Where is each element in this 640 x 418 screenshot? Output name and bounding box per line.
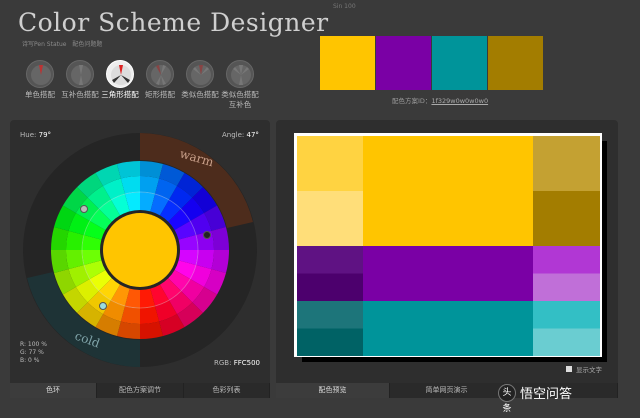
preview-swatch-secondary-a (376, 36, 431, 90)
mode-accented-analogic-button[interactable]: 类似色搭配互补色 (221, 60, 259, 110)
preview-cell-accent (533, 191, 600, 246)
accented-analogic-icon (226, 60, 254, 88)
rgb-hex-value: FFC500 (233, 359, 260, 367)
mode-triad-button[interactable]: 三角形搭配 (101, 60, 139, 100)
tab-color-wheel[interactable]: 色环 (10, 383, 97, 398)
mode-tetrad-button[interactable]: 矩形搭配 (141, 60, 179, 100)
preview-cell-main (363, 301, 533, 356)
preview-cell-side (297, 191, 363, 246)
monochrome-icon (26, 60, 54, 88)
wheel-center-swatch (103, 213, 177, 287)
wheel-segment[interactable] (140, 161, 164, 179)
wheel-segment[interactable] (211, 250, 229, 274)
preview-cell-main (363, 136, 533, 246)
preview-cell-side (297, 136, 363, 191)
scheme-id-link[interactable]: 1f329w0w0w0w0 (431, 97, 488, 105)
subtitle-links: 诗写Pen Statue 配色问题题 (22, 39, 106, 48)
watermark: 头条 悟空问答 (498, 383, 572, 414)
preview-cell-accent (533, 136, 600, 191)
mode-mono-button[interactable]: 单色搭配 (21, 60, 59, 100)
tab-scheme-preview[interactable]: 配色预览 (276, 383, 390, 398)
triad-icon (106, 60, 134, 88)
scheme-id: 配色方案ID：1f329w0w0w0w0 (392, 97, 489, 105)
preview-cell-accent (533, 273, 600, 301)
wheel-segment[interactable] (116, 161, 140, 179)
preview-cell-accent (533, 328, 600, 356)
preview-cell-side (297, 246, 363, 274)
left-tab-bar: 色环 配色方案调节 色彩列表 (10, 383, 270, 398)
wheel-segment[interactable] (116, 321, 140, 339)
mode-analogic-button[interactable]: 类似色搭配 (181, 60, 219, 100)
scheme-preview-grid (297, 136, 600, 356)
wheel-handle-secondary-b[interactable] (99, 302, 107, 310)
wheel-handle-complement[interactable] (203, 231, 211, 239)
preview-cell-accent (533, 301, 600, 329)
mode-complement-button[interactable]: 互补色搭配 (61, 60, 99, 100)
preview-cell-main (363, 246, 533, 301)
author-link[interactable]: 诗写Pen Statue (22, 41, 67, 48)
show-text-checkbox[interactable] (566, 366, 572, 372)
wheel-segment[interactable] (211, 226, 229, 250)
rgb-hex-readout: RGB: FFC500 (214, 359, 260, 367)
wheel-handle-secondary-a[interactable] (80, 205, 88, 213)
tab-web-demo[interactable]: 简单网页演示 (390, 383, 504, 398)
complement-icon (66, 60, 94, 88)
app-title: Color Scheme Designer (18, 8, 329, 37)
version-label: Sin 100 (333, 3, 356, 10)
preview-swatch-secondary-b (432, 36, 487, 90)
preview-cell-side (297, 273, 363, 301)
watermark-logo: 头条 (498, 383, 516, 414)
preview-swatch-complement (488, 36, 543, 90)
wheel-segment[interactable] (140, 321, 164, 339)
show-text-toggle[interactable]: 显示文字 (566, 364, 602, 374)
preview-swatch-primary (320, 36, 375, 90)
rgb-percentages: R: 100 % G: 77 % B: 0 % (20, 341, 47, 364)
preview-cell-accent (533, 246, 600, 274)
preview-cell-side (297, 301, 363, 329)
analogic-icon (186, 60, 214, 88)
wheel-segment[interactable] (51, 250, 69, 274)
tab-scheme-adjust[interactable]: 配色方案调节 (97, 383, 184, 398)
preview-cell-side (297, 328, 363, 356)
tetrad-icon (146, 60, 174, 88)
tab-color-list[interactable]: 色彩列表 (184, 383, 270, 398)
wheel-segment[interactable] (51, 226, 69, 250)
color-wheel[interactable]: warm cold (22, 132, 258, 368)
help-link[interactable]: 配色问题题 (72, 41, 102, 48)
